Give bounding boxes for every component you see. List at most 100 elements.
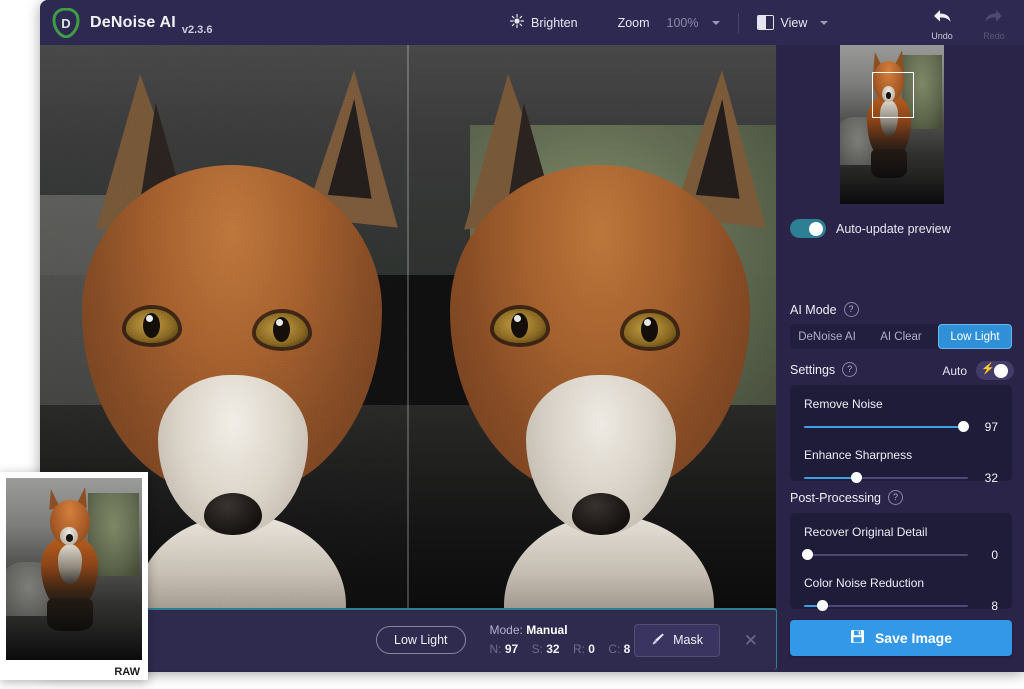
- recover-original-detail-track[interactable]: [802, 549, 968, 560]
- fox-photo-denoised: [408, 45, 776, 608]
- status-mode-line: Mode: Manual: [490, 622, 641, 639]
- toolbar-divider: [737, 12, 739, 33]
- settings-heading: Settings ?: [790, 362, 858, 377]
- close-icon[interactable]: ✕: [744, 632, 758, 649]
- status-param-n: N: 97: [490, 642, 522, 656]
- undo-arrow-icon: [931, 7, 953, 30]
- status-param-n-value: 97: [504, 641, 519, 656]
- color-noise-reduction-track[interactable]: [804, 600, 968, 611]
- ai-mode-title: AI Mode: [790, 302, 837, 317]
- enhance-sharpness-track[interactable]: [804, 472, 968, 483]
- mask-label: Mask: [673, 633, 703, 647]
- status-mode-value: Manual: [526, 623, 568, 638]
- settings-card: Remove Noise 97 Enhance Sharpness 32: [790, 385, 1012, 485]
- navigator-thumbnail[interactable]: [840, 45, 944, 204]
- post-processing-card: Recover Original Detail 0 Color Noise Re…: [790, 513, 1012, 613]
- raw-thumbnail-card[interactable]: RAW: [0, 472, 148, 680]
- redo-button[interactable]: Redo: [970, 4, 1018, 41]
- status-param-c-value: 8: [623, 641, 631, 656]
- navigator-viewport-rect[interactable]: [872, 72, 914, 118]
- redo-arrow-icon: [983, 7, 1005, 30]
- fox-photo-navigator: [840, 45, 944, 204]
- status-param-r-value: 0: [588, 641, 595, 656]
- status-param-r: R: 0: [573, 642, 598, 656]
- denoised-preview-image[interactable]: [408, 45, 776, 608]
- color-noise-reduction-value: 8: [991, 599, 998, 613]
- status-param-c-key: C:: [608, 641, 621, 656]
- help-icon[interactable]: ?: [888, 490, 904, 505]
- slider-remove-noise: Remove Noise 97: [804, 397, 998, 434]
- ai-mode-heading: AI Mode ?: [790, 302, 859, 317]
- enhance-sharpness-handle[interactable]: [851, 472, 863, 483]
- status-param-c: C: 8: [608, 642, 630, 656]
- split-view-icon: [756, 15, 774, 30]
- ai-mode-option-ai-clear[interactable]: AI Clear: [864, 324, 938, 349]
- floppy-disk-icon: [850, 629, 865, 647]
- view-button[interactable]: View: [747, 10, 839, 35]
- save-image-label: Save Image: [874, 630, 953, 646]
- auto-label: Auto: [942, 363, 967, 378]
- post-processing-heading: Post-Processing ?: [790, 490, 904, 505]
- header-history-controls: Undo Redo: [918, 0, 1018, 45]
- chevron-down-icon[interactable]: [711, 20, 720, 25]
- brightness-icon: [509, 13, 525, 31]
- auto-update-label: Auto-update preview: [836, 221, 951, 236]
- save-image-button[interactable]: Save Image: [790, 620, 1012, 656]
- remove-noise-handle[interactable]: [958, 421, 970, 432]
- view-label: View: [780, 15, 808, 30]
- split-divider-handle[interactable]: [407, 45, 409, 608]
- status-mode-pill[interactable]: Low Light: [376, 626, 466, 654]
- help-icon[interactable]: ?: [842, 362, 858, 377]
- post-processing-title: Post-Processing: [790, 490, 882, 505]
- brand: D DeNoise AI v2.3.6: [52, 7, 213, 38]
- fox-photo-raw: [6, 478, 142, 660]
- zoom-control[interactable]: Zoom 100%: [608, 11, 730, 35]
- status-param-r-key: R:: [572, 641, 585, 656]
- header-toolbar: Brighten Zoom 100% View: [500, 0, 838, 45]
- recover-original-detail-value: 0: [991, 548, 998, 562]
- app-window: D DeNoise AI v2.3.6 Brighten Zoom 100% V…: [40, 0, 1024, 672]
- undo-label: Undo: [931, 31, 953, 41]
- app-version: v2.3.6: [181, 23, 213, 36]
- status-param-n-key: N:: [489, 641, 502, 656]
- ai-mode-option-denoise-ai[interactable]: DeNoise AI: [790, 324, 864, 349]
- recover-original-detail-handle[interactable]: [802, 549, 814, 560]
- mask-button[interactable]: Mask: [634, 623, 720, 657]
- settings-auto-toggle[interactable]: Auto ⚡: [942, 361, 1014, 380]
- svg-text:D: D: [61, 16, 70, 31]
- screenshot-root: RAW D DeNoise AI v2.3.6 Brighten Zoom 10…: [0, 0, 1024, 689]
- color-noise-reduction-label: Color Noise Reduction: [804, 576, 925, 590]
- recover-original-detail-label: Recover Original Detail: [804, 525, 928, 539]
- settings-title: Settings: [790, 362, 836, 377]
- slider-recover-original-detail: Recover Original Detail 0: [802, 525, 998, 562]
- ai-mode-segmented-control[interactable]: DeNoise AI AI Clear Low Light: [790, 324, 1012, 349]
- status-params-line: N: 97 S: 32 R: 0 C: 8: [490, 641, 641, 658]
- raw-thumbnail-image: [6, 478, 142, 660]
- raw-label: RAW: [114, 666, 140, 678]
- status-info: Mode: Manual N: 97 S: 32 R: 0 C: 8: [490, 622, 641, 657]
- enhance-sharpness-label: Enhance Sharpness: [804, 448, 913, 462]
- auto-update-preview-toggle[interactable]: Auto-update preview: [790, 219, 951, 238]
- right-sidebar: Auto-update preview AI Mode ? DeNoise AI…: [778, 45, 1024, 672]
- lightning-bolt-icon: ⚡: [981, 363, 995, 375]
- color-noise-reduction-handle[interactable]: [817, 600, 829, 611]
- brighten-label: Brighten: [531, 15, 578, 30]
- help-icon[interactable]: ?: [843, 302, 859, 317]
- zoom-value: 100%: [666, 15, 699, 30]
- remove-noise-label: Remove Noise: [804, 397, 883, 411]
- app-header: D DeNoise AI v2.3.6 Brighten Zoom 100% V…: [40, 0, 1024, 45]
- slider-enhance-sharpness: Enhance Sharpness 32: [804, 448, 998, 485]
- status-param-s: S: 32: [532, 642, 563, 656]
- auto-switch[interactable]: ⚡: [976, 361, 1014, 380]
- status-param-s-value: 32: [546, 641, 560, 656]
- zoom-label: Zoom: [617, 15, 650, 30]
- remove-noise-track[interactable]: [804, 421, 970, 432]
- remove-noise-value: 97: [984, 420, 998, 434]
- app-title: DeNoise AI: [90, 13, 176, 31]
- brighten-button[interactable]: Brighten: [500, 9, 588, 36]
- undo-button[interactable]: Undo: [918, 4, 966, 41]
- auto-update-switch[interactable]: [790, 219, 826, 238]
- ai-mode-option-low-light[interactable]: Low Light: [938, 324, 1012, 349]
- chevron-down-icon[interactable]: [820, 20, 829, 25]
- image-canvas[interactable]: Preview: [40, 45, 776, 608]
